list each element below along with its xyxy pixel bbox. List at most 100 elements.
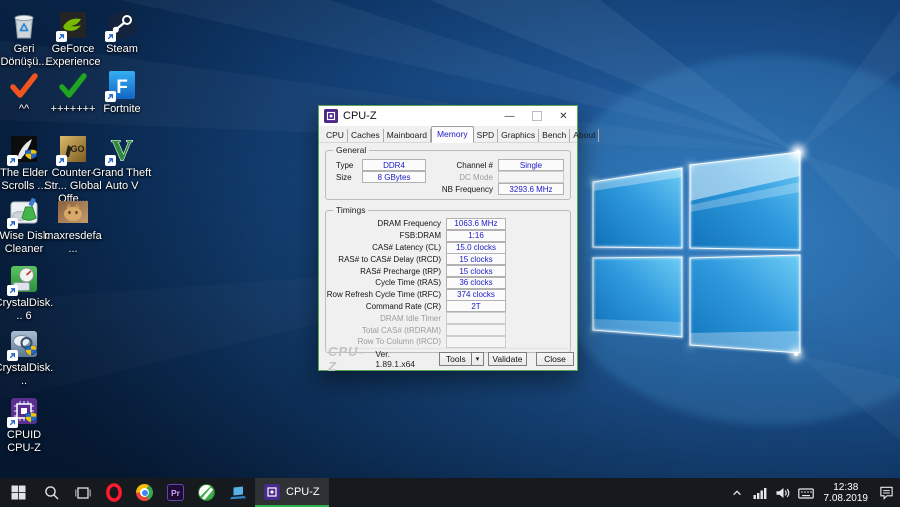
taskbar-premiere-button[interactable]: Pr <box>160 478 191 507</box>
desktop-icon-crystaldiskinfo[interactable]: CrystalDisk... <box>0 327 54 388</box>
field-nb-frequency: NB Frequency 3293.6 MHz <box>430 183 570 195</box>
taskbar-opera-button[interactable] <box>98 478 129 507</box>
tab-about[interactable]: About <box>570 129 599 142</box>
start-button[interactable] <box>0 478 36 507</box>
taskbar: Pr CPU-Z <box>0 478 900 507</box>
desktop-icon-steam[interactable]: Steam <box>92 8 152 56</box>
taskbar-pc-button[interactable] <box>222 478 253 507</box>
timing-row: DRAM Frequency 1063.6 MHz <box>326 218 570 230</box>
timing-row: Total CAS# (tRDRAM) <box>326 324 570 336</box>
tras-value: 36 clocks <box>446 277 506 289</box>
field-dc-mode: DC Mode <box>430 171 570 183</box>
timing-row: Cycle Time (tRAS) 36 clocks <box>326 277 570 289</box>
timings-legend: Timings <box>333 205 368 215</box>
shortcut-arrow-icon <box>7 350 18 361</box>
svg-text:GO: GO <box>70 144 84 154</box>
keyboard-icon <box>798 486 814 500</box>
fortnite-icon: F <box>105 68 139 102</box>
image-thumbnail-icon <box>56 195 90 229</box>
trfc-value: 374 clocks <box>446 289 506 301</box>
type-value: DDR4 <box>362 159 426 171</box>
wise-disk-cleaner-icon <box>7 195 41 229</box>
title-bar[interactable]: CPU-Z — ✕ <box>319 106 577 126</box>
timing-row: Row Refresh Cycle Time (tRFC) 374 clocks <box>326 289 570 301</box>
tools-dropdown-arrow[interactable]: ▾ <box>472 352 484 366</box>
geforce-icon <box>56 8 90 42</box>
icon-label: maxresdefa... <box>43 230 103 256</box>
shortcut-arrow-icon <box>7 417 18 428</box>
maximize-button <box>523 106 550 126</box>
tab-caches[interactable]: Caches <box>348 129 384 142</box>
system-tray: 12:38 7.08.2019 <box>729 478 900 507</box>
clock[interactable]: 12:38 7.08.2019 <box>821 482 872 504</box>
crystaldiskmark-icon <box>7 262 41 296</box>
desktop-icon-maxresdefault[interactable]: maxresdefa... <box>43 195 103 256</box>
orange-checkmark-icon <box>7 68 41 102</box>
tray-chevron-button[interactable] <box>729 485 745 501</box>
action-center-button[interactable] <box>878 485 894 501</box>
shortcut-arrow-icon <box>56 155 67 166</box>
cas-latency-value: 15.0 clocks <box>446 242 506 254</box>
field-channel: Channel # Single <box>430 159 570 171</box>
cpuz-icon <box>7 394 41 428</box>
timings-groupbox: Timings DRAM Frequency 1063.6 MHz FSB:DR… <box>325 210 571 353</box>
taskbar-cpuz-task[interactable]: CPU-Z <box>255 478 329 507</box>
network-tray-icon[interactable] <box>752 485 768 501</box>
tab-cpu[interactable]: CPU <box>323 129 348 142</box>
field-type: Type DDR4 <box>326 159 430 171</box>
timing-row: RAS# to CAS# Delay (tRCD) 15 clocks <box>326 253 570 265</box>
cpuz-logo-text: CPU-Z <box>328 344 368 374</box>
field-size: Size 8 GBytes <box>326 171 430 183</box>
size-value: 8 GBytes <box>362 171 426 183</box>
timing-row: RAS# Precharge (tRP) 15 clocks <box>326 265 570 277</box>
desktop-icon-cpuz[interactable]: CPUID CPU-Z <box>0 394 54 455</box>
timing-row: FSB:DRAM 1:16 <box>326 230 570 242</box>
desktop-icon-fortnite[interactable]: F Fortnite <box>92 68 152 116</box>
search-button[interactable] <box>36 478 67 507</box>
icon-label: CPUID CPU-Z <box>2 429 46 455</box>
desktop: Geri Dönüşü... GeForce Experience <box>0 0 900 507</box>
validate-button[interactable]: Validate <box>488 352 527 366</box>
tab-bench[interactable]: Bench <box>539 129 570 142</box>
command-rate-value: 2T <box>446 300 506 312</box>
wise-globe-icon <box>198 484 215 501</box>
timing-row: CAS# Latency (CL) 15.0 clocks <box>326 242 570 254</box>
touch-keyboard-tray-icon[interactable] <box>798 485 814 501</box>
timing-row: DRAM Idle Timer <box>326 312 570 324</box>
elder-scrolls-icon <box>7 132 41 166</box>
dram-idle-timer-value <box>446 312 506 324</box>
dram-frequency-value: 1063.6 MHz <box>446 218 506 230</box>
icon-label: Steam <box>92 43 152 56</box>
taskbar-chrome-button[interactable] <box>129 478 160 507</box>
desktop-icon-gta-v[interactable]: V Grand Theft Auto V <box>92 132 152 193</box>
window-footer: CPU-Z Ver. 1.89.1.x64 Tools ▾ Validate C… <box>322 348 574 368</box>
tab-memory[interactable]: Memory <box>431 126 474 143</box>
laptop-icon <box>229 485 247 501</box>
tools-button[interactable]: Tools <box>439 352 472 366</box>
tab-graphics[interactable]: Graphics <box>498 129 539 142</box>
trp-value: 15 clocks <box>446 265 506 277</box>
close-button[interactable]: ✕ <box>550 106 577 126</box>
task-view-button[interactable] <box>67 478 98 507</box>
signal-bars-icon <box>753 486 767 499</box>
icon-label: CrystalDisk... <box>0 362 54 388</box>
tab-spd[interactable]: SPD <box>474 129 498 142</box>
taskbar-wise-button[interactable] <box>191 478 222 507</box>
shortcut-arrow-icon <box>105 155 116 166</box>
cpuz-app-icon <box>324 109 338 123</box>
window-title: CPU-Z <box>343 110 496 122</box>
close-window-button[interactable]: Close <box>536 352 574 366</box>
crystaldiskinfo-icon <box>7 327 41 361</box>
minimize-button[interactable]: — <box>496 106 523 126</box>
volume-tray-icon[interactable] <box>775 485 791 501</box>
desktop-icon-crystaldiskmark[interactable]: CrystalDisk... 6 <box>0 262 54 323</box>
premiere-icon: Pr <box>167 484 184 501</box>
shortcut-arrow-icon <box>105 31 116 42</box>
task-view-icon <box>75 485 91 501</box>
icon-label: Grand Theft Auto V <box>92 167 152 193</box>
general-legend: General <box>333 145 369 155</box>
shortcut-arrow-icon <box>105 91 116 102</box>
icon-label: CrystalDisk... 6 <box>0 297 54 323</box>
tab-mainboard[interactable]: Mainboard <box>384 129 431 142</box>
nb-frequency-value: 3293.6 MHz <box>498 183 564 195</box>
